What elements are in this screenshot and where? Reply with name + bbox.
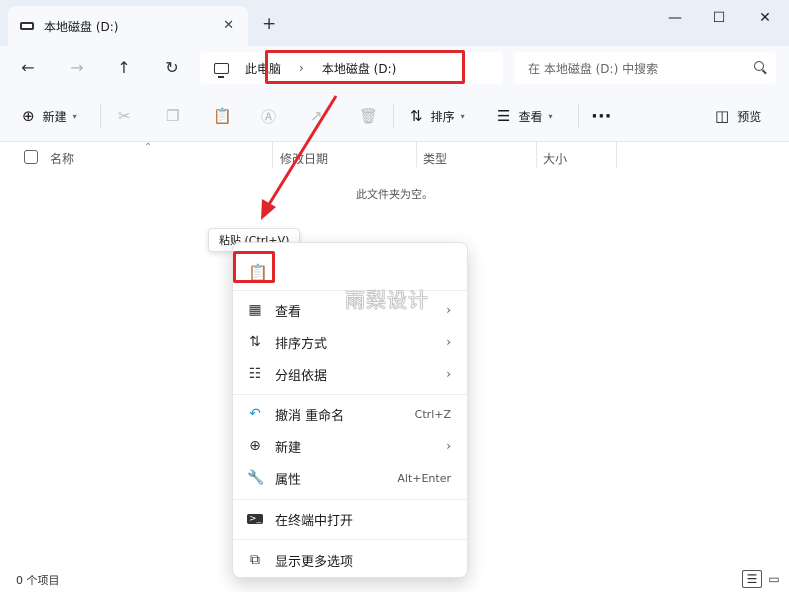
chevron-right-icon: ›: [446, 303, 451, 317]
paste-highlight-box: [233, 251, 275, 283]
menu-item-properties[interactable]: 🔧 属性 Alt+Enter: [233, 463, 467, 493]
menu-label: 新建: [275, 440, 302, 456]
sort-icon: ⇅: [249, 334, 261, 350]
grid-icon: ▦: [248, 302, 262, 318]
menu-item-new[interactable]: ⊕ 新建 ›: [233, 431, 467, 461]
chevron-right-icon: ›: [446, 439, 451, 453]
watermark: 雨梨设计: [345, 288, 429, 312]
menu-label: 撤消 重命名: [275, 408, 345, 424]
menu-item-more-options[interactable]: ⧉ 显示更多选项: [233, 545, 467, 575]
menu-label: 显示更多选项: [275, 554, 354, 570]
chevron-right-icon: ›: [446, 335, 451, 349]
menu-label: 排序方式: [275, 336, 328, 352]
menu-item-group-by[interactable]: ☷ 分组依据 ›: [233, 359, 467, 389]
terminal-icon: >_: [247, 514, 263, 524]
menu-divider: [233, 499, 467, 500]
menu-item-undo-rename[interactable]: ↶ 撤消 重命名 Ctrl+Z: [233, 399, 467, 429]
plus-circle-icon: ⊕: [249, 438, 261, 454]
menu-divider: [233, 394, 467, 395]
chevron-right-icon: ›: [446, 367, 451, 381]
menu-label: 查看: [275, 304, 302, 320]
menu-item-sort-by[interactable]: ⇅ 排序方式 ›: [233, 327, 467, 357]
group-list-icon: ☷: [248, 366, 262, 382]
menu-label: 属性: [275, 472, 302, 488]
shortcut-label: Alt+Enter: [397, 471, 451, 485]
undo-icon: ↶: [249, 406, 261, 422]
menu-label: 分组依据: [275, 368, 328, 384]
external-link-icon: ⧉: [250, 552, 260, 568]
wrench-icon: 🔧: [247, 470, 265, 486]
menu-label: 在终端中打开: [275, 513, 354, 529]
menu-divider: [233, 539, 467, 540]
shortcut-label: Ctrl+Z: [414, 407, 451, 421]
menu-item-open-terminal[interactable]: >_ 在终端中打开: [233, 504, 467, 534]
